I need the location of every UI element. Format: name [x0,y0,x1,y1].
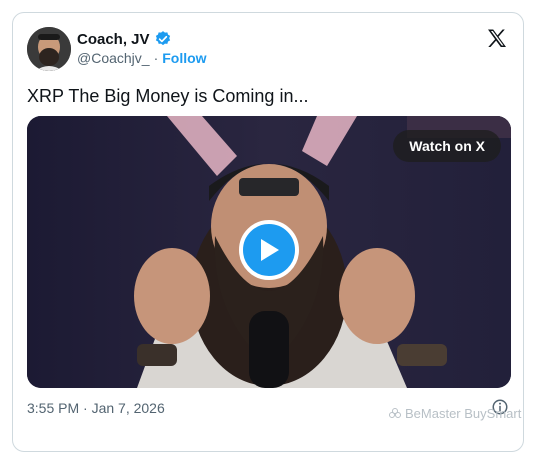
watermark-text: BeMaster BuySmart [405,406,522,421]
play-icon [261,239,279,261]
watermark-flower-icon [389,407,401,418]
x-logo-icon[interactable] [485,27,509,51]
author-name[interactable]: Coach, JV [77,31,150,48]
video-player[interactable]: Watch on X [27,116,511,388]
verified-badge-icon [155,31,170,46]
watermark: BeMaster BuySmart [388,406,521,421]
tweet-timestamp[interactable]: 3:55 PM · Jan 7, 2026 [27,400,165,416]
tweet-card: Coach, JV @Coachjv_ · Follow XRP The Big… [12,12,524,452]
tweet-header: Coach, JV @Coachjv_ · Follow [27,27,509,75]
play-button[interactable] [239,220,299,280]
tweet-text: XRP The Big Money is Coming in... [27,86,309,106]
author-handle[interactable]: @Coachjv_ [77,50,150,66]
follow-button[interactable]: Follow [162,50,206,66]
separator-dot: · [153,50,159,66]
avatar[interactable] [27,27,71,71]
watch-on-x-button[interactable]: Watch on X [393,130,501,162]
